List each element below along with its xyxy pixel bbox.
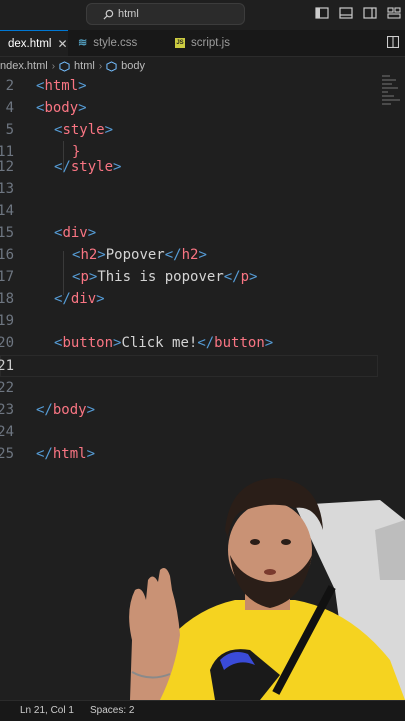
- code-text: <h2>Popover</h2>: [72, 247, 207, 263]
- code-text: <style>: [54, 122, 114, 138]
- css-icon: ≋: [78, 37, 88, 49]
- line-number: 16: [0, 247, 14, 263]
- line-number: 17: [0, 269, 14, 285]
- element-icon: [59, 60, 70, 72]
- chevron-right-icon: ›: [98, 60, 103, 72]
- code-line[interactable]: 13: [0, 178, 405, 200]
- code-line[interactable]: 20 <button>Click me!</button>: [0, 332, 405, 354]
- line-number: 25: [0, 446, 14, 462]
- tab-label: style.css: [93, 37, 138, 49]
- code-text: <div>: [54, 225, 97, 241]
- code-line[interactable]: 18 </div>: [0, 288, 405, 310]
- code-line[interactable]: 19: [0, 310, 405, 332]
- code-text: </style>: [54, 159, 122, 175]
- search-icon: [103, 9, 114, 20]
- breadcrumb: ndex.html › html › body: [0, 57, 405, 75]
- line-number: 2: [5, 78, 14, 94]
- command-center-search[interactable]: html: [86, 3, 245, 25]
- line-number: 15: [0, 225, 14, 241]
- line-number: 12: [0, 159, 14, 175]
- code-text: </div>: [54, 291, 105, 307]
- code-text: <body>: [36, 100, 87, 116]
- tab-label: script.js: [191, 37, 230, 49]
- line-number: 14: [0, 203, 14, 219]
- code-line[interactable]: 15 <div>: [0, 222, 405, 244]
- code-line[interactable]: 21: [0, 355, 405, 377]
- code-text: <button>Click me!</button>: [54, 335, 274, 351]
- line-number: 24: [0, 424, 14, 440]
- line-number: 18: [0, 291, 14, 307]
- indentation-setting[interactable]: Spaces: 2: [90, 701, 134, 721]
- breadcrumb-html[interactable]: html: [74, 60, 95, 72]
- tab-label: dex.html: [8, 37, 52, 50]
- toggle-sidebar-icon[interactable]: [315, 6, 329, 20]
- breadcrumb-file[interactable]: ndex.html: [0, 60, 48, 72]
- status-bar: Ln 21, Col 1 Spaces: 2: [0, 700, 405, 721]
- code-text: <html>: [36, 78, 87, 94]
- js-icon: JS: [175, 38, 185, 48]
- code-line[interactable]: 12 </style>: [0, 156, 405, 178]
- search-text: html: [118, 8, 139, 20]
- close-icon[interactable]: ✕: [57, 31, 67, 57]
- title-bar: html: [0, 0, 405, 28]
- code-line[interactable]: 4 <body>: [0, 97, 405, 119]
- element-icon: [106, 60, 117, 72]
- code-line[interactable]: 2 <html>: [0, 75, 405, 97]
- code-line[interactable]: 5 <style>: [0, 119, 405, 141]
- toggle-panel-icon[interactable]: [339, 6, 353, 20]
- line-number: 4: [5, 100, 14, 116]
- customize-layout-icon[interactable]: [387, 6, 401, 20]
- code-line[interactable]: 24: [0, 421, 405, 443]
- line-number: 20: [0, 335, 14, 351]
- code-text: </html>: [36, 446, 96, 462]
- line-number: 23: [0, 402, 14, 418]
- presenter-video-overlay: [129, 478, 405, 700]
- line-number: 21: [0, 358, 14, 374]
- code-line[interactable]: 17 <p>This is popover</p>: [0, 266, 405, 288]
- code-text: <p>This is popover</p>: [72, 269, 258, 285]
- tab-script-js[interactable]: JS script.js: [167, 30, 262, 56]
- tab-index-html[interactable]: dex.html ✕: [0, 30, 68, 56]
- code-line[interactable]: 22: [0, 377, 405, 399]
- code-line[interactable]: 16 <h2>Popover</h2>: [0, 244, 405, 266]
- split-editor-icon[interactable]: [387, 36, 399, 48]
- code-line[interactable]: 23 </body>: [0, 399, 405, 421]
- code-line[interactable]: 14: [0, 200, 405, 222]
- editor-tabs: dex.html ✕ ≋ style.css JS script.js: [0, 30, 405, 57]
- line-number: 19: [0, 313, 14, 329]
- code-text: </body>: [36, 402, 96, 418]
- line-number: 22: [0, 380, 14, 396]
- tab-style-css[interactable]: ≋ style.css: [70, 30, 165, 56]
- breadcrumb-body[interactable]: body: [121, 60, 145, 72]
- line-number: 5: [5, 122, 14, 138]
- chevron-right-icon: ›: [51, 60, 56, 72]
- cursor-position[interactable]: Ln 21, Col 1: [20, 701, 74, 721]
- line-number: 13: [0, 181, 14, 197]
- toggle-secondary-sidebar-icon[interactable]: [363, 6, 377, 20]
